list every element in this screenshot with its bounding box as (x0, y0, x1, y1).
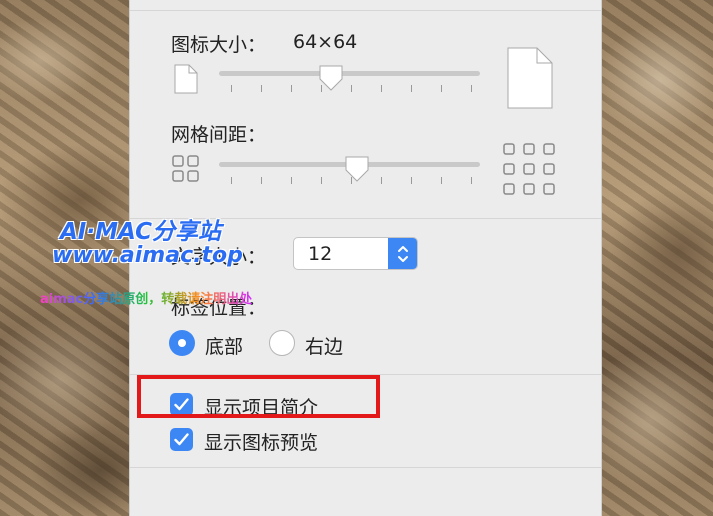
icon-size-slider-knob[interactable] (318, 64, 344, 92)
radio-bottom[interactable] (169, 330, 195, 356)
watermark-note: aimac分享站原创，转载请注明出处 (40, 288, 252, 307)
large-document-icon (507, 47, 553, 109)
show-icon-preview-checkbox[interactable] (170, 428, 193, 451)
grid-small-spacing-icon (172, 155, 199, 182)
grid-spacing-slider-knob[interactable] (344, 155, 370, 183)
radio-right[interactable] (269, 330, 295, 356)
separator (130, 10, 601, 11)
checkmark-icon (174, 433, 189, 446)
text-size-value: 12 (308, 243, 333, 265)
text-size-popup[interactable]: 12 (293, 237, 418, 270)
icon-size-slider-track[interactable] (219, 71, 480, 76)
grid-spacing-label: 网格间距： (171, 124, 267, 146)
show-icon-preview-label: 显示图标预览 (204, 432, 319, 454)
small-document-icon (174, 64, 198, 94)
watermark-url: www.aimac.top (52, 243, 243, 268)
highlight-box (137, 375, 380, 418)
icon-size-slider-ticks (219, 85, 480, 93)
grid-large-spacing-icon (503, 143, 555, 195)
radio-bottom-label: 底部 (205, 336, 244, 358)
separator (130, 467, 601, 468)
radio-right-label: 右边 (305, 336, 344, 358)
icon-size-value: 64×64 (293, 31, 358, 53)
icon-size-label: 图标大小： (171, 34, 267, 56)
popup-arrows[interactable] (388, 238, 417, 269)
up-down-chevron-icon (397, 245, 408, 262)
watermark-title: AI·MAC分享站 (60, 219, 221, 245)
